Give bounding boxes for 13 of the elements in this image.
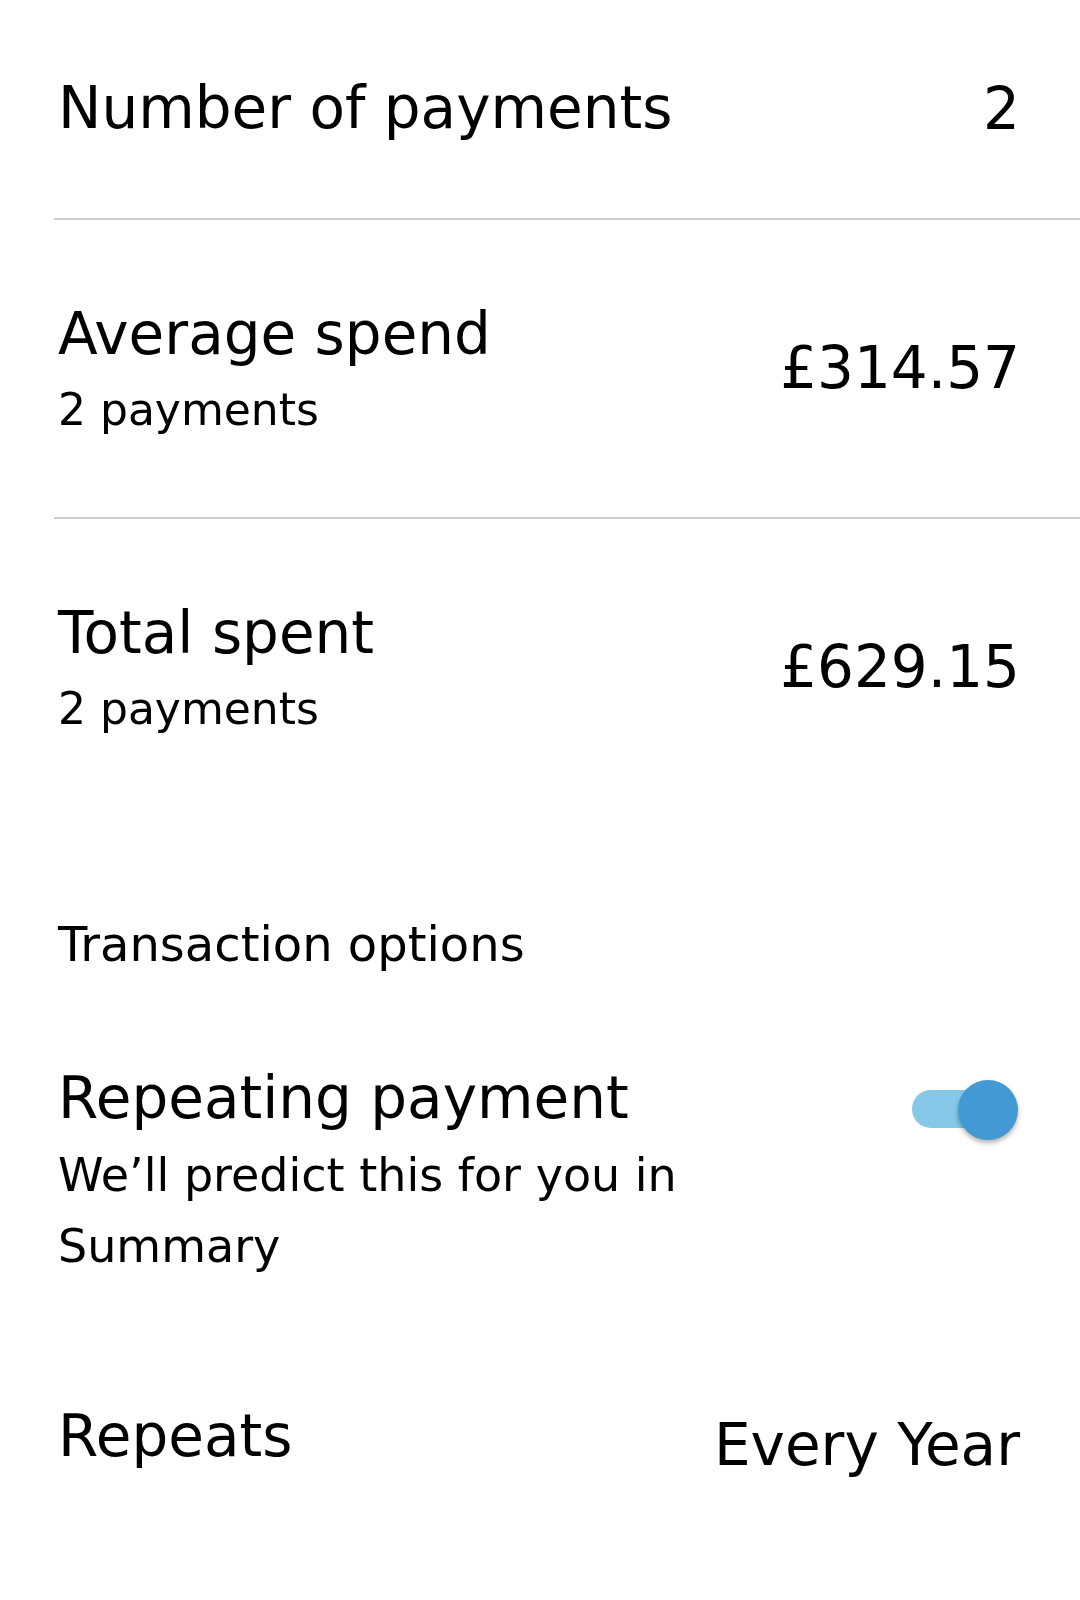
stat-label: Average spend — [58, 300, 491, 370]
stat-label: Number of payments — [58, 74, 673, 144]
stat-sublabel: 2 payments — [58, 383, 320, 437]
stat-value: £314.57 — [780, 333, 1020, 404]
stat-value: 2 — [983, 73, 1020, 145]
stat-label: Total spent — [58, 599, 375, 669]
option-value[interactable]: Every Year — [713, 1402, 1020, 1490]
option-label: Repeating payment — [58, 1064, 630, 1134]
option-label: Repeats — [58, 1402, 293, 1472]
stat-value: £629.15 — [780, 632, 1020, 703]
section-title: Transaction options — [57, 915, 526, 974]
option-description: We’ll predict this for you in Summary — [58, 1146, 678, 1275]
stat-sublabel: 2 payments — [58, 682, 320, 736]
